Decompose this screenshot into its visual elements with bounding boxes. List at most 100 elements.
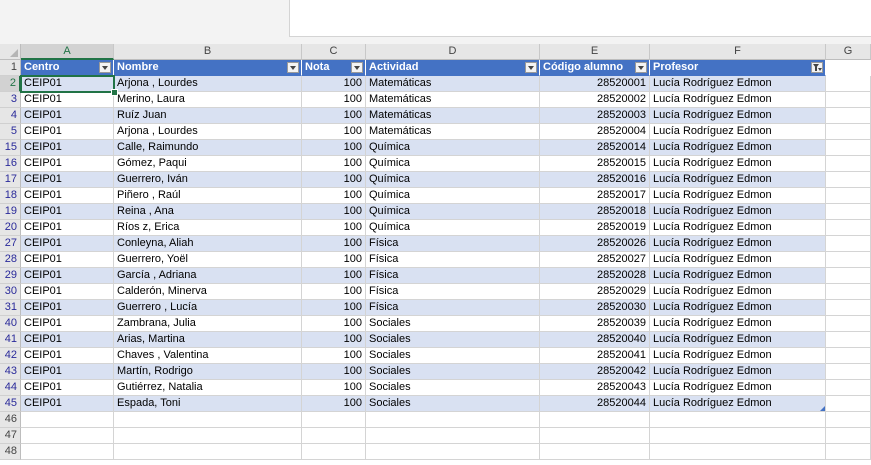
- table-cell-codigo[interactable]: 28520030: [540, 300, 650, 316]
- table-cell-profesor[interactable]: Lucía Rodríguez Edmon: [650, 300, 826, 316]
- empty-cell[interactable]: [826, 108, 871, 124]
- empty-cell[interactable]: [650, 444, 826, 460]
- table-cell-actividad[interactable]: Sociales: [366, 332, 540, 348]
- row-header[interactable]: 44: [0, 380, 21, 396]
- empty-cell[interactable]: [302, 428, 366, 444]
- table-cell-nota[interactable]: 100: [302, 236, 366, 252]
- table-cell-profesor[interactable]: Lucía Rodríguez Edmon: [650, 124, 826, 140]
- table-cell-nota[interactable]: 100: [302, 396, 366, 412]
- table-cell-centro[interactable]: CEIP01: [21, 188, 114, 204]
- table-cell-nombre[interactable]: Ruíz Juan: [114, 108, 302, 124]
- table-cell-actividad[interactable]: Química: [366, 156, 540, 172]
- empty-cell[interactable]: [826, 252, 871, 268]
- table-cell-centro[interactable]: CEIP01: [21, 76, 114, 92]
- table-cell-centro[interactable]: CEIP01: [21, 284, 114, 300]
- empty-cell[interactable]: [826, 380, 871, 396]
- table-cell-profesor[interactable]: Lucía Rodríguez Edmon: [650, 188, 826, 204]
- row-header[interactable]: 28: [0, 252, 21, 268]
- empty-cell[interactable]: [826, 92, 871, 108]
- table-cell-codigo[interactable]: 28520041: [540, 348, 650, 364]
- table-cell-codigo[interactable]: 28520040: [540, 332, 650, 348]
- table-cell-actividad[interactable]: Sociales: [366, 396, 540, 412]
- table-cell-centro[interactable]: CEIP01: [21, 204, 114, 220]
- empty-cell[interactable]: [366, 428, 540, 444]
- empty-cell[interactable]: [826, 300, 871, 316]
- select-all-button[interactable]: [0, 44, 21, 60]
- empty-cell[interactable]: [826, 284, 871, 300]
- table-cell-profesor[interactable]: Lucía Rodríguez Edmon: [650, 92, 826, 108]
- table-cell-nombre[interactable]: Calderón, Minerva: [114, 284, 302, 300]
- empty-cell[interactable]: [826, 172, 871, 188]
- table-cell-nota[interactable]: 100: [302, 380, 366, 396]
- empty-cell[interactable]: [826, 348, 871, 364]
- table-cell-actividad[interactable]: Física: [366, 252, 540, 268]
- filter-dropdown-button[interactable]: [525, 62, 537, 73]
- empty-cell[interactable]: [366, 412, 540, 428]
- table-cell-profesor[interactable]: Lucía Rodríguez Edmon: [650, 364, 826, 380]
- table-cell-profesor[interactable]: Lucía Rodríguez Edmon: [650, 268, 826, 284]
- column-header-g[interactable]: G: [826, 44, 871, 60]
- empty-cell[interactable]: [650, 428, 826, 444]
- table-cell-centro[interactable]: CEIP01: [21, 124, 114, 140]
- table-cell-profesor[interactable]: Lucía Rodríguez Edmon: [650, 156, 826, 172]
- column-header-b[interactable]: B: [114, 44, 302, 60]
- table-cell-nombre[interactable]: Chaves , Valentina: [114, 348, 302, 364]
- table-cell-profesor[interactable]: Lucía Rodríguez Edmon: [650, 348, 826, 364]
- table-cell-profesor[interactable]: Lucía Rodríguez Edmon: [650, 76, 826, 92]
- table-cell-actividad[interactable]: Química: [366, 220, 540, 236]
- table-cell-codigo[interactable]: 28520019: [540, 220, 650, 236]
- table-cell-actividad[interactable]: Matemáticas: [366, 108, 540, 124]
- table-cell-nota[interactable]: 100: [302, 124, 366, 140]
- row-header[interactable]: 2: [0, 76, 21, 92]
- row-header[interactable]: 1: [0, 60, 21, 76]
- table-cell-codigo[interactable]: 28520043: [540, 380, 650, 396]
- empty-cell[interactable]: [826, 220, 871, 236]
- table-cell-codigo[interactable]: 28520016: [540, 172, 650, 188]
- empty-cell[interactable]: [826, 140, 871, 156]
- filter-active-button[interactable]: [811, 62, 823, 73]
- empty-cell[interactable]: [826, 76, 871, 92]
- row-header[interactable]: 18: [0, 188, 21, 204]
- table-cell-actividad[interactable]: Física: [366, 236, 540, 252]
- filter-dropdown-button[interactable]: [99, 62, 111, 73]
- table-cell-nota[interactable]: 100: [302, 348, 366, 364]
- row-header[interactable]: 46: [0, 412, 21, 428]
- table-cell-codigo[interactable]: 28520017: [540, 188, 650, 204]
- table-cell-actividad[interactable]: Química: [366, 204, 540, 220]
- empty-cell[interactable]: [826, 316, 871, 332]
- table-cell-codigo[interactable]: 28520001: [540, 76, 650, 92]
- row-header[interactable]: 29: [0, 268, 21, 284]
- table-cell-profesor[interactable]: Lucía Rodríguez Edmon: [650, 396, 826, 412]
- row-header[interactable]: 16: [0, 156, 21, 172]
- table-cell-centro[interactable]: CEIP01: [21, 396, 114, 412]
- row-header[interactable]: 5: [0, 124, 21, 140]
- table-cell-nombre[interactable]: Merino, Laura: [114, 92, 302, 108]
- table-cell-nombre[interactable]: Arias, Martina: [114, 332, 302, 348]
- empty-cell[interactable]: [21, 428, 114, 444]
- table-cell-nota[interactable]: 100: [302, 188, 366, 204]
- empty-cell[interactable]: [826, 364, 871, 380]
- table-cell-nota[interactable]: 100: [302, 300, 366, 316]
- row-header[interactable]: 19: [0, 204, 21, 220]
- table-cell-nota[interactable]: 100: [302, 204, 366, 220]
- table-cell-centro[interactable]: CEIP01: [21, 300, 114, 316]
- table-cell-profesor[interactable]: Lucía Rodríguez Edmon: [650, 236, 826, 252]
- column-header-a[interactable]: A: [21, 44, 114, 60]
- column-header-c[interactable]: C: [302, 44, 366, 60]
- table-cell-actividad[interactable]: Física: [366, 300, 540, 316]
- name-box-area[interactable]: [0, 0, 289, 36]
- table-cell-profesor[interactable]: Lucía Rodríguez Edmon: [650, 220, 826, 236]
- table-cell-centro[interactable]: CEIP01: [21, 108, 114, 124]
- table-cell-nombre[interactable]: Reina , Ana: [114, 204, 302, 220]
- table-cell-actividad[interactable]: Sociales: [366, 364, 540, 380]
- table-cell-codigo[interactable]: 28520002: [540, 92, 650, 108]
- table-cell-nombre[interactable]: Guerrero, Yoël: [114, 252, 302, 268]
- empty-cell[interactable]: [21, 412, 114, 428]
- empty-cell[interactable]: [826, 156, 871, 172]
- table-cell-nombre[interactable]: García , Adriana: [114, 268, 302, 284]
- empty-cell[interactable]: [540, 412, 650, 428]
- table-cell-codigo[interactable]: 28520014: [540, 140, 650, 156]
- empty-cell[interactable]: [302, 444, 366, 460]
- table-cell-nombre[interactable]: Gómez, Paqui: [114, 156, 302, 172]
- table-cell-nombre[interactable]: Guerrero , Lucía: [114, 300, 302, 316]
